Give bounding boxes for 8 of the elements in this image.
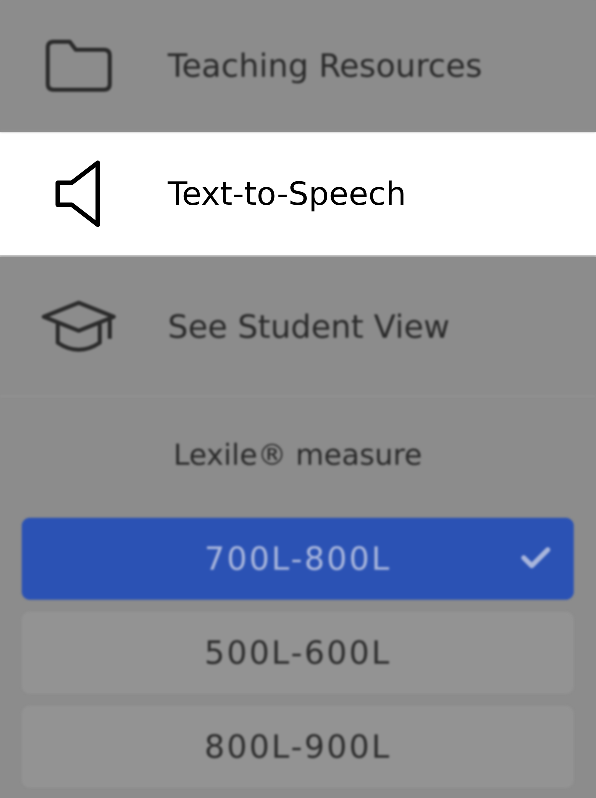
level-option[interactable]: 800L-900L [22, 706, 574, 788]
menu-item[interactable]: Text-to-Speech [0, 132, 596, 257]
level-option[interactable]: 700L-800L [22, 518, 574, 600]
folder-icon [44, 38, 114, 94]
graduation-cap-icon [40, 298, 118, 354]
level-option[interactable]: 500L-600L [22, 612, 574, 694]
checkmark-icon [520, 544, 552, 570]
section-heading: Lexile® measure [172, 437, 424, 474]
